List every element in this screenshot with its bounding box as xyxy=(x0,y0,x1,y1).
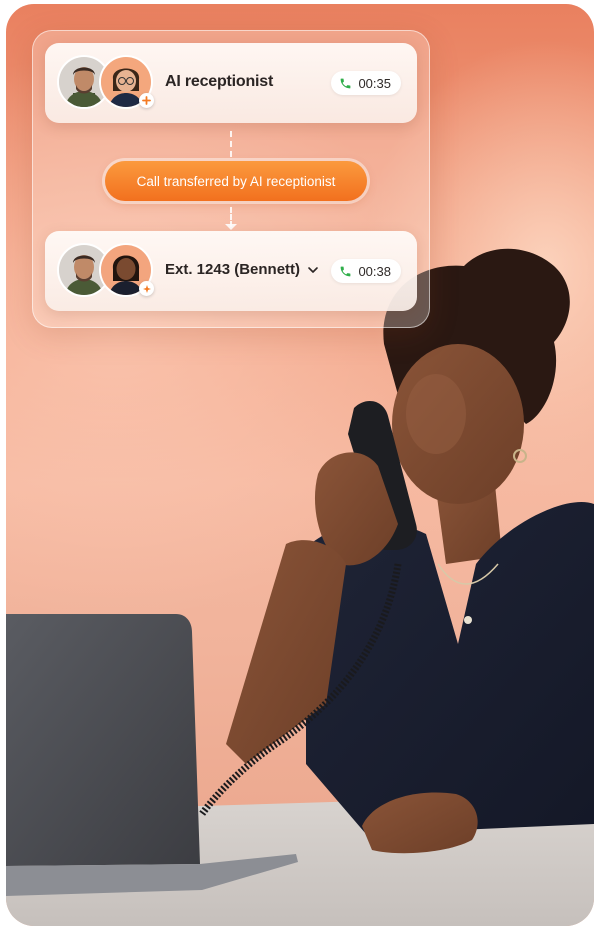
call-card-ai-receptionist[interactable]: AI receptionist 00:35 xyxy=(45,43,417,123)
connector-line xyxy=(230,131,232,157)
photo-frame: AI receptionist 00:35 Call transferred b… xyxy=(6,4,594,926)
extension-selector[interactable]: Ext. 1243 (Bennett) xyxy=(165,261,319,278)
transfer-notice-pill: Call transferred by AI receptionist xyxy=(105,161,367,201)
phone-icon xyxy=(341,78,351,88)
call-duration: 00:35 xyxy=(358,75,391,91)
call-duration-badge: 00:38 xyxy=(331,259,401,283)
caller-name: Ext. 1243 (Bennett) xyxy=(165,261,301,278)
call-duration-badge: 00:35 xyxy=(331,71,401,95)
chevron-down-icon[interactable] xyxy=(307,264,319,276)
call-transfer-panel: AI receptionist 00:35 Call transferred b… xyxy=(32,30,430,328)
plus-badge-icon xyxy=(139,93,154,108)
call-card-extension[interactable]: Ext. 1243 (Bennett) 00:38 xyxy=(45,231,417,311)
transfer-notice-text: Call transferred by AI receptionist xyxy=(136,173,336,189)
ai-badge-icon xyxy=(139,281,154,296)
call-duration: 00:38 xyxy=(358,263,391,279)
caller-name: AI receptionist xyxy=(165,73,274,90)
arrow-down-icon xyxy=(225,224,237,230)
phone-icon xyxy=(341,266,351,276)
